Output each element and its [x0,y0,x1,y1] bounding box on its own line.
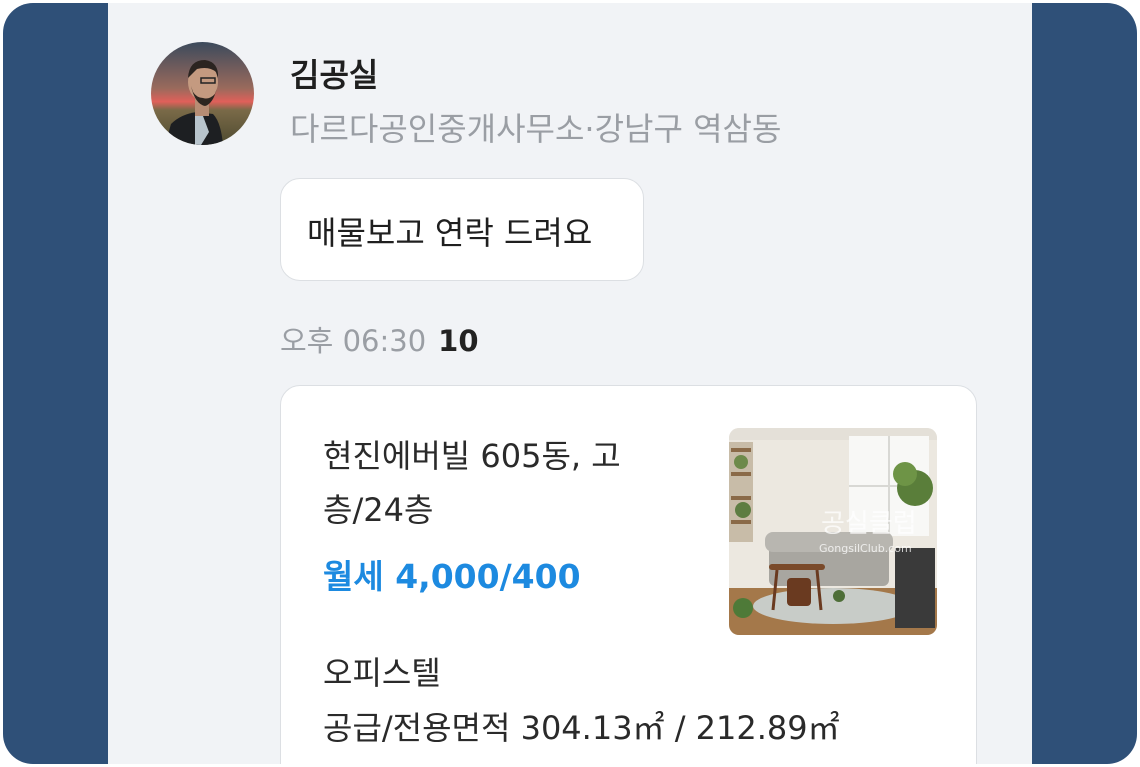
chat-panel[interactable]: 김공실 다르다공인중개사무소·강남구 역삼동 매물보고 연락 드려요 오후 06… [108,3,1032,764]
message-text: 매물보고 연락 드려요 [307,214,593,252]
sender-name: 김공실 [290,56,379,94]
watermark-text: 공실클럽 [821,509,917,539]
watermark-url: GongsilClub.com [819,542,912,555]
listing-thumbnail[interactable]: 공실클럽 GongsilClub.com [729,428,937,635]
message-time: 오후 06:30 [280,324,427,358]
avatar-photo [151,42,254,145]
room-photo: 공실클럽 GongsilClub.com [729,428,937,635]
sender-office-location: 다르다공인중개사무소·강남구 역삼동 [290,110,782,148]
unread-count: 10 [438,324,479,358]
message-bubble[interactable]: 매물보고 연락 드려요 [280,178,644,281]
sender-avatar[interactable] [151,42,254,145]
listing-card[interactable]: 현진에버빌 605동, 고층/24층 월세 4,000/400 공실클럽 Gon… [280,385,977,764]
app-frame: 김공실 다르다공인중개사무소·강남구 역삼동 매물보고 연락 드려요 오후 06… [3,3,1137,764]
message-meta: 오후 06:30 10 [280,318,479,360]
listing-type: 오피스텔 [323,654,441,692]
listing-title: 현진에버빌 605동, 고층/24층 [323,437,621,529]
listing-price: 월세 4,000/400 [323,557,581,596]
listing-area: 공급/전용면적 304.13㎡ / 212.89㎡ [323,709,840,747]
